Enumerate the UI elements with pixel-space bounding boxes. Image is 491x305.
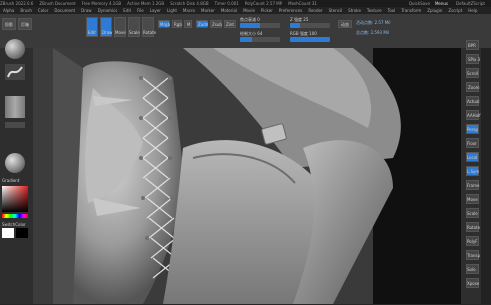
- brush-preview-icon[interactable]: [5, 39, 25, 59]
- default-script-button[interactable]: DefaultZScript: [456, 1, 485, 6]
- z-intensity-slider[interactable]: [290, 23, 330, 28]
- actual-button[interactable]: Actual: [466, 96, 480, 106]
- scale-view-button[interactable]: Scale: [466, 208, 479, 218]
- menu-stencil[interactable]: Stencil: [329, 8, 343, 13]
- aahalf-button[interactable]: AAHalf: [466, 110, 481, 120]
- hue-slider[interactable]: [2, 214, 28, 218]
- main-color-swatch[interactable]: [2, 228, 14, 238]
- menu-preferences[interactable]: Preferences: [279, 8, 303, 13]
- menu-light[interactable]: Light: [167, 8, 177, 13]
- move-view-button[interactable]: Move: [466, 194, 479, 204]
- sculpt-model-render: [33, 48, 461, 304]
- rotate-button[interactable]: Rotate: [142, 17, 156, 37]
- rgb-intensity-fill: [290, 37, 330, 42]
- title-item: PolyCount 2.57 MP: [244, 1, 283, 6]
- bpr-button[interactable]: BPR: [466, 40, 479, 50]
- stroke-icon[interactable]: [5, 64, 25, 80]
- total-points-label: 总点数: 2.593 Mil: [356, 30, 390, 35]
- texture-slot-icon[interactable]: [5, 122, 25, 128]
- polyf-button[interactable]: PolyF: [466, 236, 479, 246]
- projects-button[interactable]: 投影: [2, 18, 16, 30]
- menu-brush[interactable]: Brush: [20, 8, 32, 13]
- menu-macro[interactable]: Macro: [183, 8, 195, 13]
- scale-button[interactable]: Scale: [128, 17, 140, 37]
- move-button[interactable]: Move: [114, 17, 126, 37]
- title-item: MeshCount 31: [288, 1, 317, 6]
- material-preview-icon[interactable]: [5, 153, 25, 173]
- persp-button[interactable]: Persp: [466, 124, 479, 134]
- floor-button[interactable]: Floor: [466, 138, 479, 148]
- menu-alpha[interactable]: Alpha: [3, 8, 14, 13]
- solo-button[interactable]: Solo: [466, 264, 479, 274]
- draw-button[interactable]: Draw: [100, 17, 112, 37]
- menu-color[interactable]: Color: [38, 8, 48, 13]
- menu-movie[interactable]: Movie: [243, 8, 255, 13]
- lightbox-button[interactable]: 灯箱: [18, 18, 32, 30]
- menu-layer[interactable]: Layer: [150, 8, 161, 13]
- viewport-canvas[interactable]: [33, 48, 461, 304]
- menu-edit[interactable]: Edit: [123, 8, 131, 13]
- menu-tool[interactable]: Tool: [388, 8, 396, 13]
- title-item: ZBrush Document: [39, 1, 76, 6]
- menu-zscript[interactable]: Zscript: [448, 8, 462, 13]
- scroll-button[interactable]: Scroll: [466, 68, 479, 78]
- right-tray-strip[interactable]: [481, 48, 491, 304]
- menu-zplugin[interactable]: Zplugin: [427, 8, 442, 13]
- alpha-preview-icon[interactable]: [5, 96, 25, 118]
- z-intensity-fill: [290, 23, 300, 28]
- active-points-label: 活动点数: 2.57 Mil: [356, 20, 391, 25]
- gradient-label: Gradient: [2, 178, 20, 183]
- focal-shift-slider[interactable]: [240, 23, 280, 28]
- switch-color-label: SwitchColor: [2, 222, 26, 227]
- menu-marker[interactable]: Marker: [201, 8, 215, 13]
- menu-picker[interactable]: Picker: [261, 8, 273, 13]
- title-item: Scratch Disk 4.8GB: [170, 1, 209, 6]
- rgb-button[interactable]: Rgb: [172, 20, 182, 28]
- dynamic-button[interactable]: 动态: [338, 20, 352, 28]
- menu-dynamics[interactable]: Dynamics: [98, 8, 118, 13]
- menu-material[interactable]: Material: [221, 8, 237, 13]
- title-item: Free Memory 4.1GB: [81, 1, 122, 6]
- menu-stroke[interactable]: Stroke: [348, 8, 361, 13]
- edit-button[interactable]: Edit: [86, 17, 98, 37]
- draw-size-slider[interactable]: [240, 37, 280, 42]
- rgb-intensity-slider[interactable]: [290, 37, 330, 42]
- transp-button[interactable]: Transp: [466, 250, 480, 260]
- menu-texture[interactable]: Texture: [367, 8, 382, 13]
- zsub-button[interactable]: Zsub: [210, 20, 222, 28]
- local-button[interactable]: Local: [466, 152, 479, 162]
- menu-bar: Alpha Brush Color Document Draw Dynamics…: [0, 7, 491, 14]
- secondary-color-swatch[interactable]: [16, 228, 28, 238]
- left-shelf: Gradient SwitchColor: [0, 39, 33, 304]
- m-button[interactable]: M: [184, 20, 192, 28]
- spix-button[interactable]: SPix 3: [466, 54, 480, 64]
- color-picker[interactable]: [2, 186, 28, 212]
- title-item: Timer 0.001: [214, 1, 239, 6]
- menu-render[interactable]: Render: [308, 8, 322, 13]
- rotate-view-button[interactable]: Rotate: [466, 222, 480, 232]
- mrgb-button[interactable]: Mrgb: [158, 20, 170, 28]
- frame-button[interactable]: Frame: [466, 180, 479, 190]
- xpose-button[interactable]: Xpose: [466, 278, 479, 288]
- menu-help[interactable]: Help: [468, 8, 477, 13]
- top-toolbar: 投影 灯箱 Edit Draw Move Scale Rotate Mrgb R…: [0, 14, 491, 48]
- title-bar: ZBrush 2022.0.6 ZBrush Document Free Mem…: [0, 0, 491, 7]
- lsym-button[interactable]: L.Sym: [466, 166, 479, 176]
- menu-transform[interactable]: Transform: [401, 8, 421, 13]
- draw-size-fill: [240, 37, 252, 42]
- zoom-button[interactable]: Zoom: [466, 82, 480, 92]
- stroke-glyph-icon: [7, 66, 23, 78]
- zint-button[interactable]: Zint: [224, 20, 236, 28]
- quicksave-button[interactable]: QuickSave: [409, 1, 430, 6]
- app-title: ZBrush 2022.0.6: [0, 1, 34, 6]
- menus-button[interactable]: Menus: [435, 1, 448, 6]
- menu-document[interactable]: Document: [54, 8, 75, 13]
- zadd-button[interactable]: Zadd: [196, 20, 208, 28]
- menu-draw[interactable]: Draw: [81, 8, 91, 13]
- menu-file[interactable]: File: [137, 8, 144, 13]
- title-item: Active Mem 1.2GB: [127, 1, 165, 6]
- focal-shift-fill: [240, 23, 260, 28]
